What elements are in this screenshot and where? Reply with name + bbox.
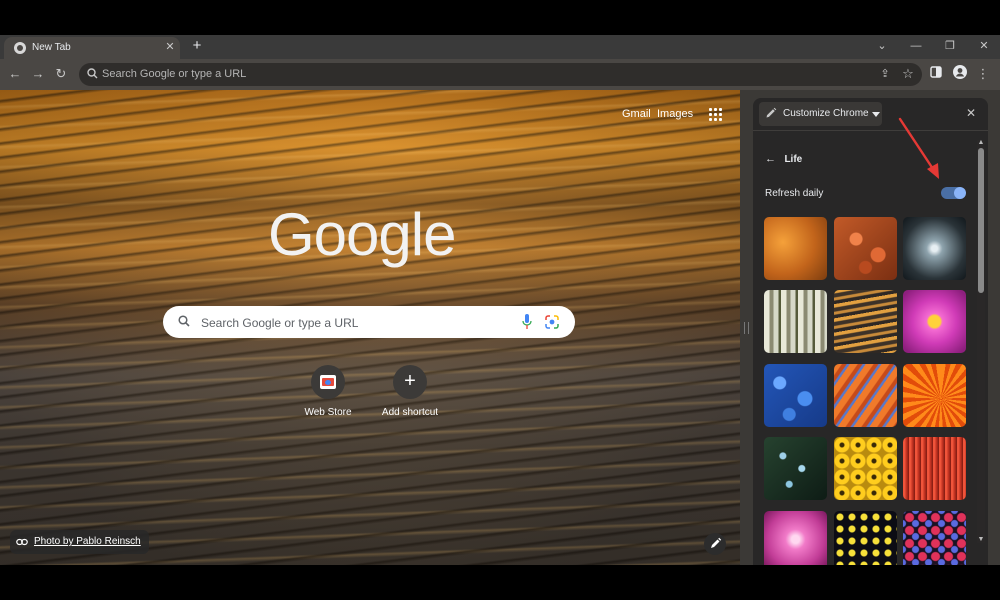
web-store-icon [320, 375, 336, 389]
background-tile[interactable] [764, 217, 827, 280]
browser-toolbar: ← → ↻ Search Google or type a URL ⇪ ☆ ⋮ [0, 59, 1000, 90]
images-link[interactable]: Images [657, 108, 693, 120]
customize-chrome-panel: Customize Chrome ✕ ← Life Refresh daily [753, 98, 988, 565]
background-tile[interactable] [764, 511, 827, 565]
background-tile[interactable] [764, 290, 827, 353]
background-tile[interactable] [903, 290, 966, 353]
background-tile[interactable] [764, 437, 827, 500]
new-tab-page: Gmail Images Google Search Google or typ… [0, 90, 740, 565]
search-placeholder: Search Google or type a URL [201, 316, 359, 330]
background-tile[interactable] [764, 364, 827, 427]
link-icon [16, 538, 28, 546]
forward-arrow-icon[interactable]: → [29, 65, 47, 83]
google-apps-icon[interactable] [708, 107, 722, 121]
menu-kebab-icon[interactable]: ⋮ [974, 65, 992, 83]
background-tile[interactable] [834, 217, 897, 280]
background-tile[interactable] [903, 511, 966, 565]
side-panel: Customize Chrome ✕ ← Life Refresh daily [753, 90, 1000, 565]
background-tile-selected[interactable] [834, 290, 897, 353]
shortcut-label: Web Store [304, 407, 352, 418]
bookmark-star-icon[interactable]: ☆ [899, 65, 917, 83]
add-shortcut-tile: + [393, 365, 427, 399]
photo-credit-text: Photo by Pablo Reinsch [34, 536, 141, 547]
plus-icon: + [404, 370, 416, 392]
tab-search-chevron-icon[interactable]: ⌄ [872, 37, 892, 55]
scroll-up-icon[interactable]: ▲ [977, 139, 985, 147]
red-annotation-arrow-icon [898, 117, 939, 179]
minimize-button[interactable]: — [906, 37, 926, 55]
side-panel-title: Customize Chrome [783, 108, 869, 119]
search-icon [178, 315, 190, 327]
customize-chrome-button[interactable] [704, 533, 726, 555]
chrome-icon [14, 42, 26, 54]
side-panel-resize-handle[interactable] [740, 90, 753, 565]
new-tab-button[interactable]: + [188, 37, 206, 55]
scroll-down-icon[interactable]: ▼ [977, 536, 985, 544]
shortcut-label: Add shortcut [381, 407, 439, 418]
refresh-daily-label: Refresh daily [765, 188, 824, 199]
side-panel-icon[interactable] [927, 65, 945, 83]
photo-credit-link[interactable]: Photo by Pablo Reinsch [10, 530, 149, 554]
refresh-daily-toggle[interactable] [941, 187, 966, 199]
shortcut-add[interactable]: + Add shortcut [370, 365, 450, 418]
close-window-button[interactable]: ✕ [974, 37, 994, 55]
pencil-icon [766, 107, 777, 118]
background-tile[interactable] [834, 437, 897, 500]
address-bar[interactable]: Search Google or type a URL [79, 63, 922, 86]
background-tile[interactable] [903, 364, 966, 427]
google-lens-icon[interactable] [545, 315, 559, 329]
back-arrow-icon: ← [765, 153, 776, 165]
collection-title: Life [784, 154, 803, 165]
back-arrow-icon[interactable]: ← [6, 65, 24, 83]
drag-grip-icon [744, 322, 749, 334]
screen-border-bottom [0, 565, 1000, 600]
screen-border-top [0, 0, 1000, 35]
background-tile[interactable] [834, 364, 897, 427]
ntp-search-box[interactable]: Search Google or type a URL [163, 306, 575, 338]
search-icon [87, 68, 98, 79]
side-panel-selector[interactable]: Customize Chrome [759, 102, 882, 126]
voice-search-icon[interactable] [522, 314, 532, 330]
restore-button[interactable]: ❐ [940, 37, 960, 55]
tab-title: New Tab [32, 42, 71, 53]
tab-new-tab[interactable]: New Tab ✕ [4, 37, 180, 59]
dropdown-caret-icon [872, 112, 880, 117]
panel-scrollbar[interactable]: ▲ ▼ [977, 139, 985, 544]
background-tile[interactable] [834, 511, 897, 565]
back-to-categories[interactable]: ← Life [765, 149, 803, 165]
share-icon[interactable]: ⇪ [876, 65, 894, 83]
close-panel-icon[interactable]: ✕ [963, 105, 979, 121]
scrollbar-thumb[interactable] [978, 148, 984, 293]
profile-avatar-icon[interactable] [951, 65, 969, 83]
gmail-link[interactable]: Gmail [622, 108, 651, 120]
shortcut-web-store[interactable]: Web Store [288, 365, 368, 418]
toggle-knob [954, 187, 966, 199]
background-tile[interactable] [903, 217, 966, 280]
background-tile[interactable] [903, 437, 966, 500]
web-store-tile [311, 365, 345, 399]
reload-icon[interactable]: ↻ [52, 65, 70, 83]
tab-close-icon[interactable]: ✕ [163, 40, 177, 54]
tab-strip: New Tab ✕ + ⌄ — ❐ ✕ [0, 35, 1000, 59]
pencil-icon [711, 537, 722, 548]
google-logo: Google [268, 201, 456, 268]
address-bar-placeholder: Search Google or type a URL [102, 68, 247, 80]
